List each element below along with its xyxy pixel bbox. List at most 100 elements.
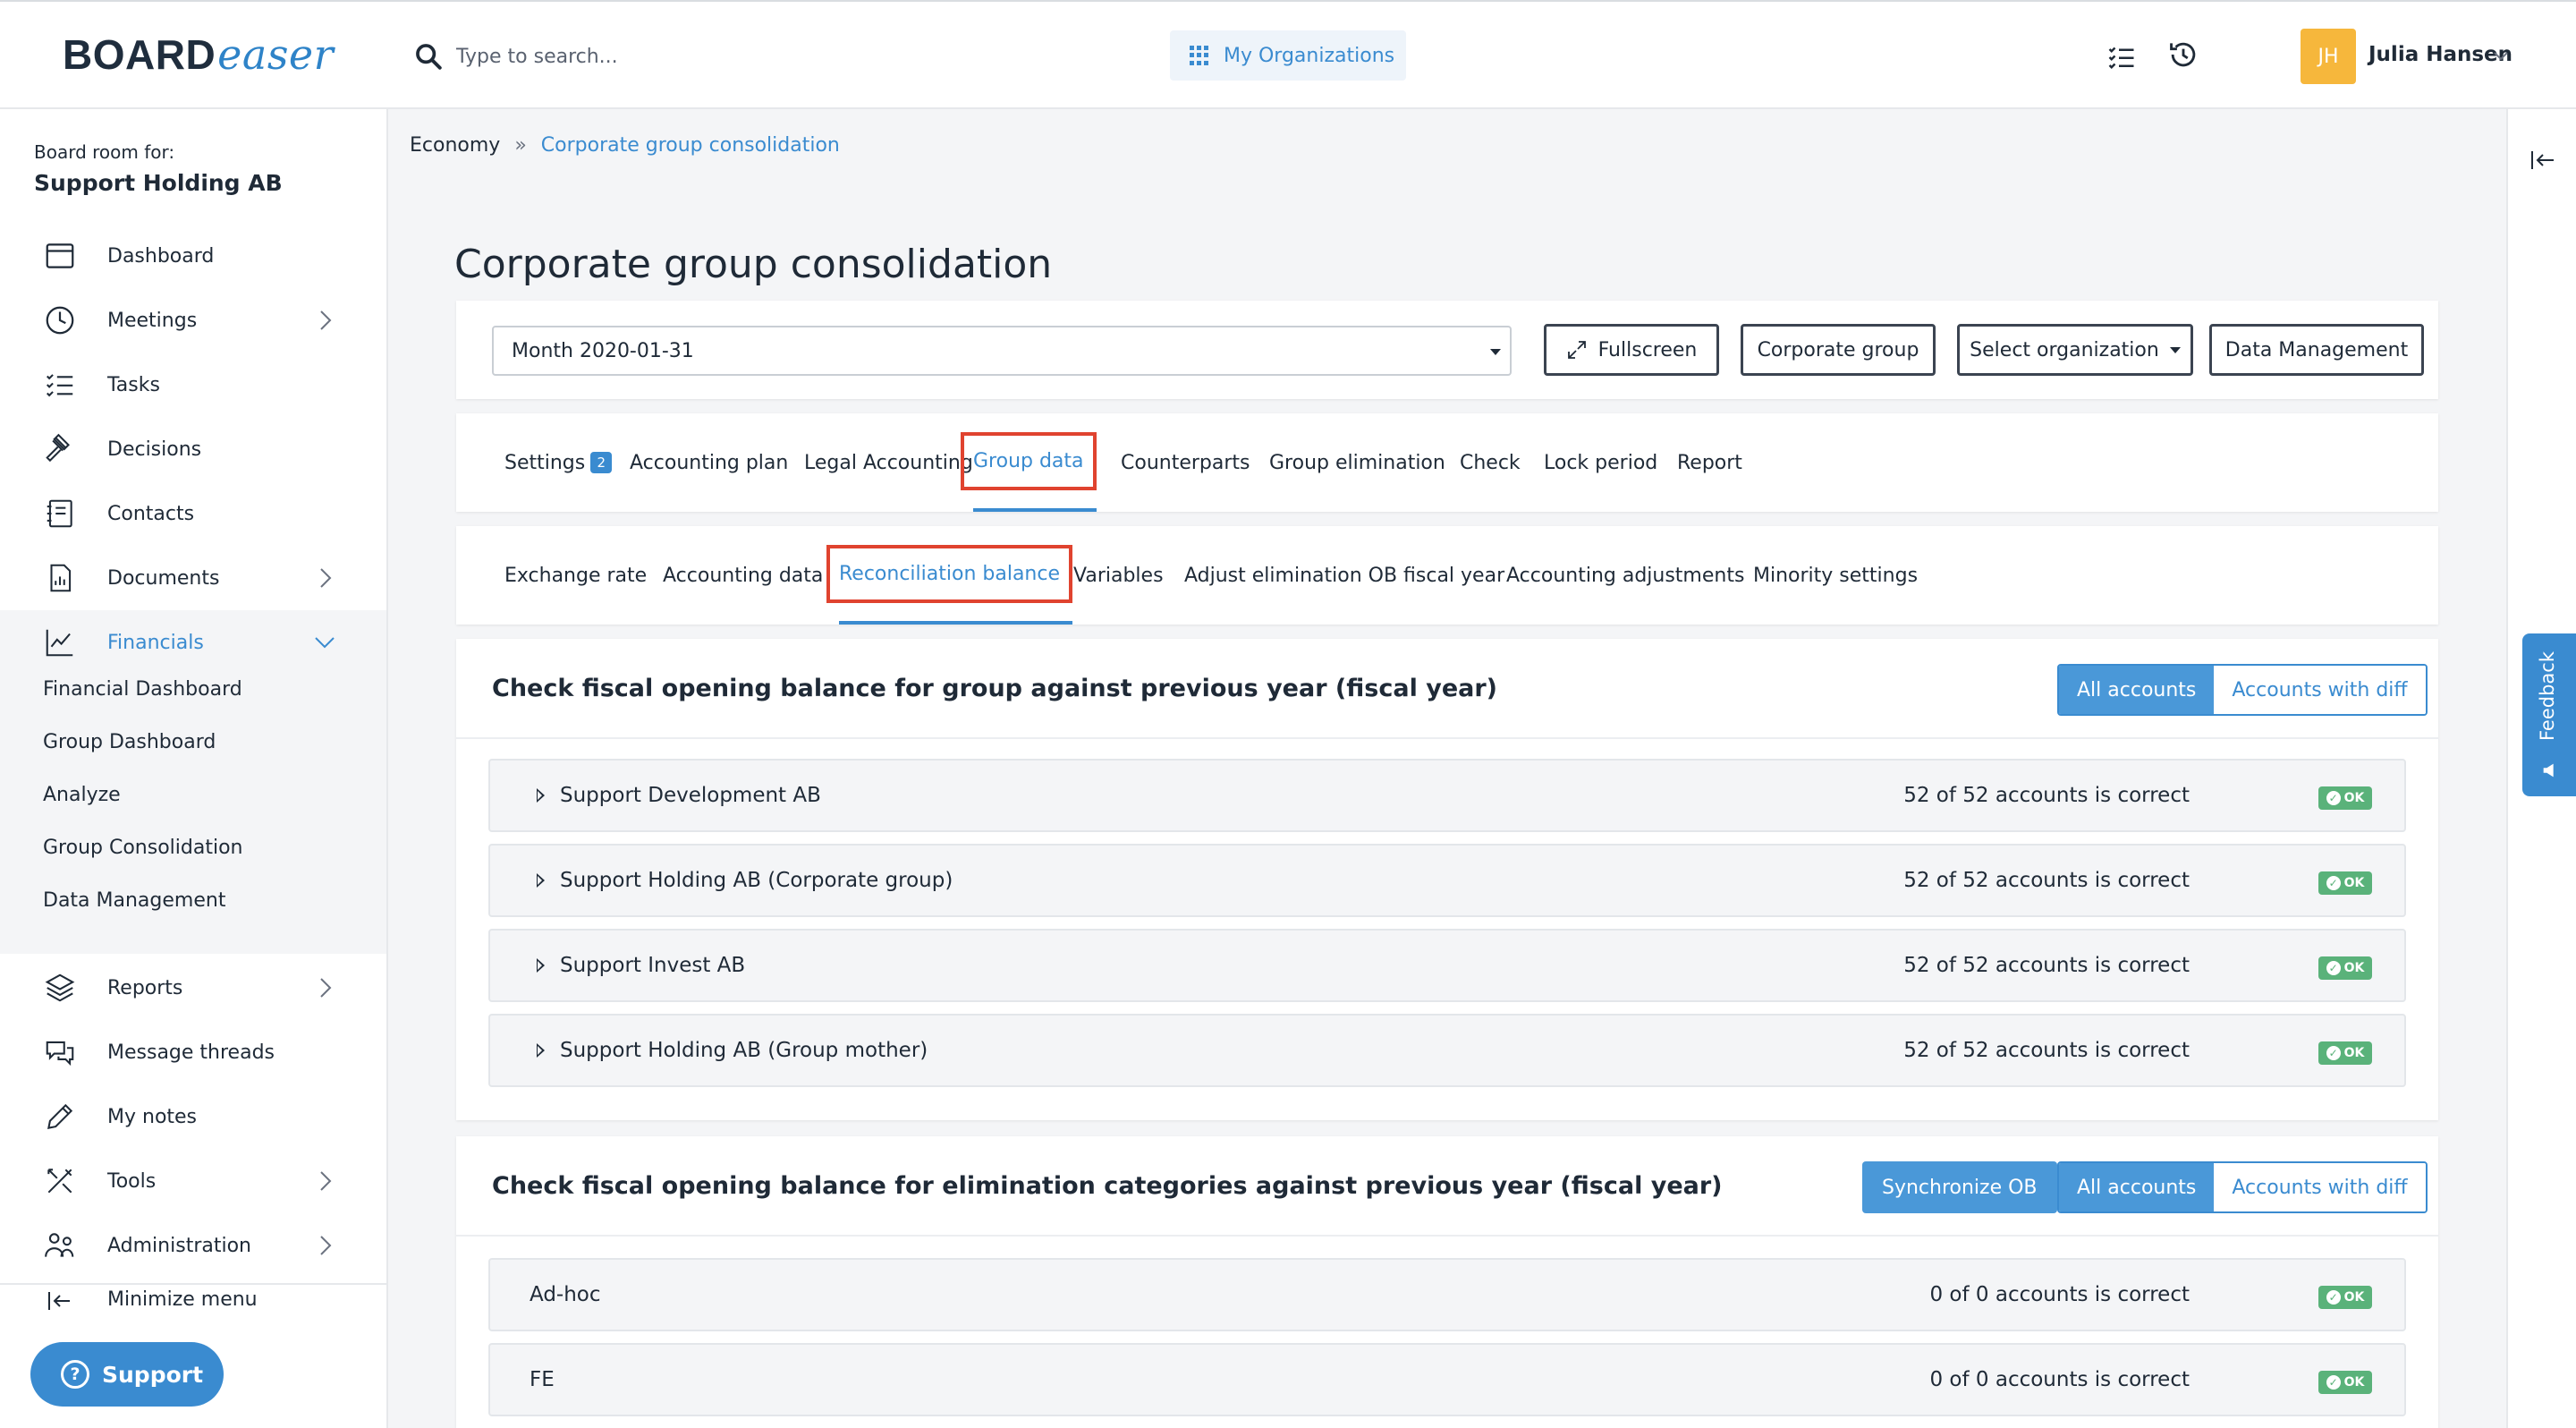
board-room-name: Support Holding AB <box>34 170 283 196</box>
list-item[interactable]: Support Development AB 52 of 52 accounts… <box>488 759 2406 832</box>
sidebar-item-my-notes[interactable]: My notes <box>0 1084 386 1149</box>
row-status: 52 of 52 accounts is correct <box>1903 784 2190 807</box>
app-logo[interactable]: BOARDeaser <box>63 30 334 79</box>
tab-accounting-data[interactable]: Accounting data <box>663 526 823 625</box>
tab-accounting-adjustments[interactable]: Accounting adjustments <box>1506 526 1744 625</box>
sidebar-item-documents[interactable]: Documents <box>0 546 386 610</box>
all-accounts-button[interactable]: All accounts <box>2059 1163 2215 1211</box>
row-name: Support Development AB <box>560 784 821 807</box>
tab-legal-accounting[interactable]: Legal Accounting <box>804 413 973 512</box>
chevron-down-icon <box>315 637 335 649</box>
sidebar-item-tools[interactable]: Tools <box>0 1149 386 1213</box>
group-opening-balance-section: Check fiscal opening balance for group a… <box>456 639 2438 1120</box>
top-bar: BOARDeaser My Organizations JH Julia Han… <box>0 0 2576 109</box>
tab-exchange-rate[interactable]: Exchange rate <box>504 526 647 625</box>
tab-group-data[interactable]: Group data <box>961 413 1097 512</box>
collapse-left-icon <box>48 1292 70 1310</box>
grid-icon <box>1190 46 1209 65</box>
list-item[interactable]: Support Holding AB (Group mother) 52 of … <box>488 1014 2406 1087</box>
tab-counterparts[interactable]: Counterparts <box>1121 413 1250 512</box>
tab-group-elimination[interactable]: Group elimination <box>1269 413 1445 512</box>
elimination-opening-balance-section: Check fiscal opening balance for elimina… <box>456 1136 2438 1428</box>
page-title: Corporate group consolidation <box>454 242 1053 287</box>
user-name[interactable]: Julia Hansen <box>2368 43 2512 66</box>
month-select[interactable]: Month 2020-01-31 <box>492 326 1512 376</box>
pencil-icon <box>47 1103 73 1129</box>
sidebar-item-label: Dashboard <box>107 244 215 268</box>
caret-down-icon <box>1490 349 1501 355</box>
megaphone-icon <box>2543 763 2554 778</box>
tools-icon <box>47 1169 72 1194</box>
support-button[interactable]: ? Support <box>30 1342 224 1407</box>
list-item[interactable]: FE 0 of 0 accounts is correct ✓ OK <box>488 1343 2406 1416</box>
tab-reconciliation-balance[interactable]: Reconciliation balance <box>826 526 1072 625</box>
sidebar-item-administration[interactable]: Administration <box>0 1213 386 1278</box>
accounts-with-diff-button[interactable]: Accounts with diff <box>2214 666 2426 714</box>
expand-caret-icon[interactable] <box>537 1043 545 1058</box>
data-management-button[interactable]: Data Management <box>2209 324 2424 376</box>
fullscreen-button[interactable]: Fullscreen <box>1544 324 1719 376</box>
sidebar-item-message-threads[interactable]: Message threads <box>0 1020 386 1084</box>
tab-lock-period[interactable]: Lock period <box>1544 413 1657 512</box>
fullscreen-label: Fullscreen <box>1597 338 1698 361</box>
submenu-financial-dashboard[interactable]: Financial Dashboard <box>43 678 242 701</box>
synchronize-ob-button[interactable]: Synchronize OB <box>1862 1161 2057 1213</box>
sidebar-item-tasks[interactable]: Tasks <box>0 353 386 417</box>
check-circle-icon: ✓ <box>2326 961 2341 975</box>
list-item[interactable]: Support Invest AB 52 of 52 accounts is c… <box>488 929 2406 1002</box>
expand-caret-icon[interactable] <box>537 873 545 888</box>
sidebar: Board room for: Support Holding AB Dashb… <box>0 109 388 1428</box>
chevron-down-icon[interactable] <box>2492 48 2510 63</box>
feedback-tab[interactable]: Feedback <box>2522 633 2576 796</box>
tab-report[interactable]: Report <box>1677 413 1742 512</box>
status-badge: ✓ OK <box>2318 1371 2372 1394</box>
section-divider <box>456 1235 2438 1237</box>
tab-settings[interactable]: Settings 2 <box>504 413 613 512</box>
users-icon <box>45 1233 74 1257</box>
chevron-right-icon <box>320 568 332 588</box>
tab-check[interactable]: Check <box>1460 413 1521 512</box>
tab-adjust-elimination-ob[interactable]: Adjust elimination OB fiscal year <box>1184 526 1504 625</box>
calendar-icon <box>46 243 74 268</box>
accounts-with-diff-button[interactable]: Accounts with diff <box>2214 1163 2426 1211</box>
breadcrumb-current[interactable]: Corporate group consolidation <box>541 134 840 157</box>
submenu-group-dashboard[interactable]: Group Dashboard <box>43 731 216 753</box>
row-status: 52 of 52 accounts is correct <box>1903 869 2190 892</box>
sidebar-item-contacts[interactable]: Contacts <box>0 481 386 546</box>
select-organization-dropdown[interactable]: Select organization <box>1957 324 2193 376</box>
chevron-right-icon <box>320 1236 332 1255</box>
expand-caret-icon[interactable] <box>537 958 545 973</box>
search-icon[interactable] <box>413 41 444 72</box>
collapse-panel-icon[interactable] <box>2529 147 2556 174</box>
chevron-right-icon <box>320 310 332 330</box>
sidebar-item-reports[interactable]: Reports <box>0 956 386 1020</box>
avatar[interactable]: JH <box>2301 29 2356 84</box>
submenu-analyze[interactable]: Analyze <box>43 784 121 806</box>
minimize-menu-label: Minimize menu <box>107 1288 258 1311</box>
all-accounts-button[interactable]: All accounts <box>2059 666 2215 714</box>
breadcrumb-separator-icon: » <box>514 134 527 157</box>
main-tabs-card: Settings 2 Accounting plan Legal Account… <box>456 413 2438 512</box>
tab-minority-settings[interactable]: Minority settings <box>1753 526 1918 625</box>
corporate-group-button[interactable]: Corporate group <box>1741 324 1936 376</box>
search-input[interactable] <box>456 34 957 79</box>
breadcrumb-economy[interactable]: Economy <box>410 134 500 157</box>
sidebar-item-decisions[interactable]: Decisions <box>0 417 386 481</box>
history-icon[interactable] <box>2166 38 2200 72</box>
sidebar-item-dashboard[interactable]: Dashboard <box>0 224 386 288</box>
status-badge: ✓ OK <box>2318 871 2372 895</box>
my-organizations-button[interactable]: My Organizations <box>1170 30 1406 81</box>
contacts-icon <box>47 499 72 528</box>
row-status: 0 of 0 accounts is correct <box>1929 1283 2190 1306</box>
tasks-list-icon[interactable] <box>2106 41 2138 73</box>
expand-caret-icon[interactable] <box>537 788 545 803</box>
submenu-group-consolidation[interactable]: Group Consolidation <box>43 837 242 859</box>
submenu-data-management[interactable]: Data Management <box>43 889 225 912</box>
chart-line-icon <box>46 629 73 657</box>
sidebar-item-meetings[interactable]: Meetings <box>0 288 386 353</box>
tab-accounting-plan[interactable]: Accounting plan <box>630 413 788 512</box>
tab-variables[interactable]: Variables <box>1073 526 1164 625</box>
list-item[interactable]: Support Holding AB (Corporate group) 52 … <box>488 844 2406 917</box>
sidebar-item-label: Tasks <box>107 373 160 396</box>
list-item[interactable]: Ad-hoc 0 of 0 accounts is correct ✓ OK <box>488 1258 2406 1331</box>
